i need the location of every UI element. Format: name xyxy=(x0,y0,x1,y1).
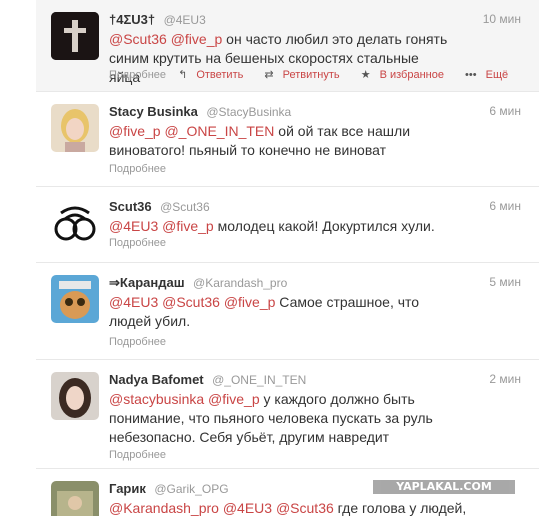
user-photo xyxy=(51,104,99,152)
avatar[interactable] xyxy=(51,481,99,516)
retweet-action[interactable]: ⇄ Ретвитнуть xyxy=(264,69,348,81)
tweet-time[interactable]: 5 мин xyxy=(489,275,521,289)
reply-label: Ответить xyxy=(196,69,244,81)
mention-link[interactable]: @Scut36 xyxy=(162,294,220,310)
tweet-body: где голова у людей, xyxy=(337,500,467,516)
tweet-text: @stacybusinka @five_p у каждого должно б… xyxy=(109,390,449,447)
tweet-text: @4EU3 @five_p молодец какой! Докуртился … xyxy=(109,217,449,236)
details-link[interactable]: Подробнее xyxy=(109,336,166,348)
dots-icon: ••• xyxy=(465,69,477,81)
tweet-item[interactable]: ⇒Карандаш @Karandash_pro 5 мин @4EU3 @Sc… xyxy=(36,263,539,360)
cross-avatar-image xyxy=(51,12,99,60)
details-link[interactable]: Подробнее xyxy=(109,69,166,81)
tweet-text: @4EU3 @Scut36 @five_p Самое страшное, чт… xyxy=(109,293,449,331)
tweet-text: @five_p @_ONE_IN_TEN ой ой так все нашли… xyxy=(109,122,449,160)
left-gutter xyxy=(0,0,36,516)
watermark: YAPLAKAL.COM xyxy=(373,480,515,494)
tweet-text: @Karandash_pro @4EU3 @Scut36 где голова … xyxy=(109,499,529,516)
more-action[interactable]: ••• Ещё xyxy=(465,69,517,81)
tweet-item[interactable]: †4ΣU3† @4EU3 10 мин @Scut36 @five_p он ч… xyxy=(36,0,539,92)
details-link[interactable]: Подробнее xyxy=(109,449,166,461)
user-handle[interactable]: @StacyBusinka xyxy=(206,105,291,119)
tweet-time[interactable]: 6 мин xyxy=(489,199,521,213)
tweet-item[interactable]: Nadya Bafomet @_ONE_IN_TEN 2 мин @stacyb… xyxy=(36,360,539,469)
mention-link[interactable]: @4EU3 xyxy=(109,218,158,234)
avatar[interactable] xyxy=(51,104,99,152)
tweet-header: †4ΣU3† @4EU3 10 мин xyxy=(109,11,529,29)
user-name[interactable]: †4ΣU3† xyxy=(109,12,155,27)
star-icon: ★ xyxy=(360,69,371,81)
user-name[interactable]: Гарик xyxy=(109,481,146,496)
tweet-header: ⇒Карандаш @Karandash_pro 5 мин xyxy=(109,274,529,292)
tweet-header: Nadya Bafomet @_ONE_IN_TEN 2 мин xyxy=(109,371,529,389)
mention-link[interactable]: @Scut36 xyxy=(276,500,334,516)
user-handle[interactable]: @Karandash_pro xyxy=(193,276,287,290)
reply-action[interactable]: ↰ Ответить xyxy=(178,69,252,81)
mention-link[interactable]: @five_p xyxy=(109,123,161,139)
favorite-label: В избранное xyxy=(379,69,444,81)
tweet-time[interactable]: 10 мин xyxy=(483,12,521,26)
user-handle[interactable]: @4EU3 xyxy=(164,13,206,27)
mention-link[interactable]: @five_p xyxy=(224,294,276,310)
mention-link[interactable]: @Scut36 xyxy=(109,31,167,47)
tweet-feed: †4ΣU3† @4EU3 10 мин @Scut36 @five_p он ч… xyxy=(36,0,539,516)
retweet-label: Ретвитнуть xyxy=(282,69,340,81)
mention-link[interactable]: @five_p xyxy=(162,218,214,234)
user-name[interactable]: ⇒Карандаш xyxy=(109,275,185,290)
favorite-action[interactable]: ★ В избранное xyxy=(361,69,453,81)
tweet-time[interactable]: 2 мин xyxy=(489,372,521,386)
mention-link[interactable]: @five_p xyxy=(171,31,223,47)
avatar[interactable] xyxy=(51,275,99,323)
user-name[interactable]: Scut36 xyxy=(109,199,152,214)
details-link[interactable]: Подробнее xyxy=(109,237,166,249)
details-link[interactable]: Подробнее xyxy=(109,163,166,175)
mention-link[interactable]: @Karandash_pro xyxy=(109,500,219,516)
tweet-time[interactable]: 6 мин xyxy=(489,104,521,118)
tweet-header: Stacy Businka @StacyBusinka 6 мин xyxy=(109,103,529,121)
avatar[interactable] xyxy=(51,199,99,247)
avatar[interactable] xyxy=(51,12,99,60)
tweet-item[interactable]: Stacy Businka @StacyBusinka 6 мин @five_… xyxy=(36,92,539,187)
scut36-logo xyxy=(51,199,99,247)
tweet-header: Scut36 @Scut36 6 мин xyxy=(109,198,529,216)
more-label: Ещё xyxy=(485,69,509,81)
avatar[interactable] xyxy=(51,372,99,420)
user-name[interactable]: Nadya Bafomet xyxy=(109,372,204,387)
user-name[interactable]: Stacy Businka xyxy=(109,104,198,119)
retweet-icon: ⇄ xyxy=(264,69,274,81)
user-photo xyxy=(51,372,99,420)
mention-link[interactable]: @five_p xyxy=(208,391,260,407)
tweet-body: молодец какой! Докуртился хули. xyxy=(217,218,435,234)
mention-link[interactable]: @4EU3 xyxy=(109,294,158,310)
user-handle[interactable]: @_ONE_IN_TEN xyxy=(212,373,306,387)
cat-photo xyxy=(51,275,99,323)
mention-link[interactable]: @stacybusinka xyxy=(109,391,204,407)
reply-icon: ↰ xyxy=(178,69,188,81)
tweet-actions: Подробнее ↰ Ответить ⇄ Ретвитнуть ★ В избра… xyxy=(109,68,526,81)
user-handle[interactable]: @Garik_OPG xyxy=(154,482,228,496)
user-photo xyxy=(51,481,99,516)
user-handle[interactable]: @Scut36 xyxy=(160,200,210,214)
mention-link[interactable]: @4EU3 xyxy=(223,500,272,516)
tweet-item[interactable]: Scut36 @Scut36 6 мин @4EU3 @five_p молод… xyxy=(36,187,539,263)
mention-link[interactable]: @_ONE_IN_TEN xyxy=(164,123,274,139)
